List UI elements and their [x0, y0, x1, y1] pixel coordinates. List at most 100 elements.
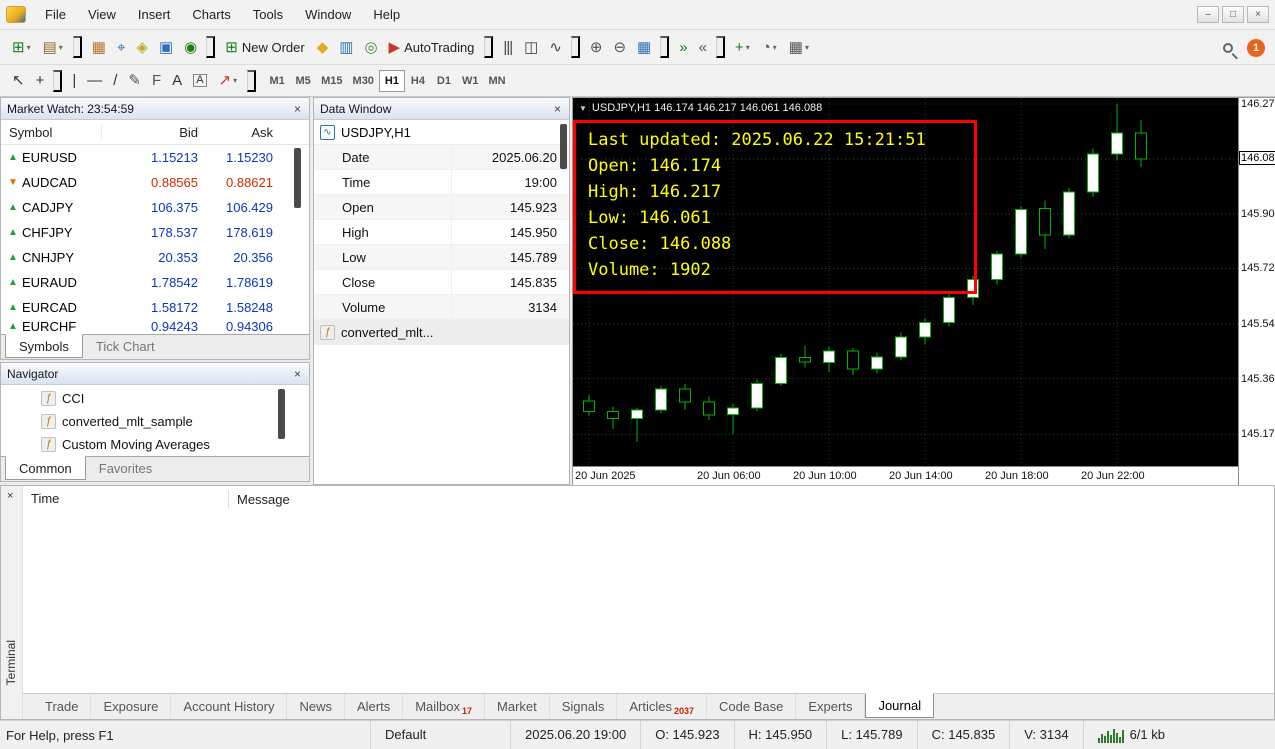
zoom-out[interactable]: ⊖ — [607, 34, 631, 60]
tf-h1[interactable]: H1 — [378, 69, 405, 92]
tab-tick-chart[interactable]: Tick Chart — [83, 335, 168, 359]
search-icon[interactable] — [1223, 42, 1233, 53]
tab-journal[interactable]: Journal — [865, 693, 935, 718]
tf-h4[interactable]: H4 — [405, 70, 431, 92]
cursor[interactable]: ↖ — [6, 68, 30, 94]
navigator-close-button[interactable]: × — [292, 368, 303, 380]
menu-item[interactable]: Insert — [127, 0, 182, 30]
restore-button[interactable]: □ — [1222, 6, 1244, 23]
navigator-scrollbar[interactable] — [278, 389, 285, 439]
tab-symbols[interactable]: Symbols — [5, 334, 83, 358]
notifications-badge[interactable]: 1 — [1247, 38, 1265, 57]
tf-d1[interactable]: D1 — [431, 70, 457, 92]
column-symbol[interactable]: Symbol — [1, 125, 101, 140]
tab-signals[interactable]: Signals — [550, 694, 618, 719]
chart-shift[interactable]: « — [693, 34, 712, 60]
market-watch-row[interactable]: ▲ CNHJPY 20.353 20.356 — [1, 245, 309, 270]
text-tool[interactable]: A — [166, 68, 187, 94]
tab-trade[interactable]: Trade — [33, 694, 92, 719]
menu-item[interactable]: File — [34, 0, 77, 30]
community[interactable]: ◎ — [358, 34, 382, 60]
terminal-toggle[interactable]: ▣ — [153, 34, 178, 60]
profiles[interactable]: ▤ ▾ — [37, 34, 69, 60]
tab-account-history[interactable]: Account History — [171, 694, 288, 719]
indicators[interactable]: + ▾ — [729, 34, 756, 60]
tab-alerts[interactable]: Alerts — [345, 694, 404, 719]
channel-tool[interactable]: ✎ — [122, 68, 146, 94]
tab-market[interactable]: Market — [485, 694, 550, 719]
menu-item[interactable]: Charts — [181, 0, 241, 30]
market-watch-row[interactable]: ▲ EURCAD 1.58172 1.58248 — [1, 295, 309, 320]
market-watch-row[interactable]: ▲ EURUSD 1.15213 1.15230 — [1, 145, 309, 170]
crosshair[interactable]: + — [30, 68, 50, 94]
chart-plot[interactable]: ▼ USDJPY,H1 146.174 146.217 146.061 146.… — [573, 98, 1238, 466]
tf-m15[interactable]: M15 — [316, 70, 347, 92]
tf-mn[interactable]: MN — [483, 70, 510, 92]
tab-articles[interactable]: Articles 2037 — [617, 694, 708, 719]
bar-chart-mode[interactable]: ||| — [497, 34, 518, 60]
close-button[interactable]: × — [1247, 6, 1269, 23]
data-window-scrollbar[interactable] — [560, 124, 567, 169]
minimize-button[interactable]: – — [1197, 6, 1219, 23]
shapes-tool[interactable]: ↗ ▾ — [213, 68, 244, 94]
tab-code-base[interactable]: Code Base — [707, 694, 797, 719]
label-tool[interactable]: A — [187, 68, 212, 94]
price-axis[interactable]: 146.270 146.088 145.905 145.725 145.540 145.3… — [1238, 98, 1275, 486]
tab-mailbox[interactable]: Mailbox 17 — [403, 694, 486, 719]
market-watch-row[interactable]: ▲ CHFJPY 178.537 178.619 — [1, 220, 309, 245]
tf-m1[interactable]: M1 — [264, 70, 290, 92]
new-order[interactable]: ⊞ New Order — [219, 34, 310, 60]
market-watch-row[interactable]: ▲ EURAUD 1.78542 1.78619 — [1, 270, 309, 295]
vps[interactable]: ▥ — [333, 34, 358, 60]
tab-common[interactable]: Common — [5, 456, 86, 480]
market-watch-row[interactable]: ▲ CADJPY 106.375 106.429 — [1, 195, 309, 220]
nav-converted-mlt-sample[interactable]: ƒ converted_mlt_sample — [1, 410, 309, 433]
tf-w1[interactable]: W1 — [457, 70, 484, 92]
market-watch-toggle[interactable]: ▦ — [86, 34, 111, 60]
column-bid[interactable]: Bid — [101, 124, 198, 140]
tab-news[interactable]: News — [287, 694, 345, 719]
terminal-close-button[interactable]: × — [7, 490, 13, 502]
zoom-in[interactable]: ⊕ — [584, 34, 608, 60]
data-window-indicator-row[interactable]: ƒ converted_mlt... — [314, 320, 569, 345]
market-watch-row[interactable]: ▼ AUDCAD 0.88565 0.88621 — [1, 170, 309, 195]
market-watch-scrollbar[interactable] — [294, 148, 301, 208]
tf-m30[interactable]: M30 — [348, 70, 379, 92]
profile-selector[interactable]: Default — [370, 721, 510, 749]
data-field-value: 19:00 — [451, 170, 569, 194]
vertical-line-tool[interactable]: | — [66, 68, 81, 94]
periods[interactable]: ◔ ▾ — [756, 34, 783, 60]
tab-favorites[interactable]: Favorites — [86, 457, 165, 481]
terminal-tab-label: News — [299, 698, 332, 714]
menu-item[interactable]: View — [77, 0, 127, 30]
tab-experts[interactable]: Experts — [796, 694, 866, 719]
market-watch-close-button[interactable]: × — [292, 103, 303, 115]
market-watch-row[interactable]: ▲ EURCHF 0.94243 0.94306 — [1, 320, 309, 332]
trendline-tool[interactable]: / — [107, 68, 122, 94]
auto-scroll[interactable]: » — [673, 34, 692, 60]
new-chart[interactable]: ⊞ ▾ — [6, 34, 37, 60]
navigator-toggle[interactable]: ◈ — [130, 34, 153, 60]
metaeditor[interactable]: ◆ — [311, 34, 334, 60]
autotrading[interactable]: ▶ AutoTrading — [383, 34, 481, 60]
nav-cci[interactable]: ƒ CCI — [1, 387, 309, 410]
time-axis[interactable]: 20 Jun 2025 20 Jun 06:00 20 Jun 10:00 20 Ju… — [573, 466, 1238, 485]
tf-m5[interactable]: M5 — [290, 70, 316, 92]
candlestick-mode[interactable]: ◫ — [518, 34, 543, 60]
tab-exposure[interactable]: Exposure — [91, 694, 172, 719]
data-window-close-button[interactable]: × — [552, 103, 563, 115]
menu-item[interactable]: Window — [294, 0, 362, 30]
data-field-label: Open — [342, 199, 374, 215]
line-chart-mode[interactable]: ∿ — [543, 34, 567, 60]
horizontal-line-tool[interactable]: — — [81, 68, 107, 94]
tile-windows[interactable]: ▦ — [631, 34, 656, 60]
menu-item[interactable]: Help — [362, 0, 411, 30]
templates[interactable]: ▦ ▾ — [783, 34, 815, 60]
data-window-toggle[interactable]: ⌖ — [111, 34, 130, 60]
strategy-tester[interactable]: ◉ — [178, 34, 202, 60]
column-ask[interactable]: Ask — [198, 124, 273, 140]
nav-custom-moving-averages[interactable]: ƒ Custom Moving Averages — [1, 433, 309, 456]
menu-item[interactable]: Tools — [242, 0, 294, 30]
fibonacci-tool[interactable]: F — [146, 68, 166, 94]
collapse-icon[interactable]: ▼ — [579, 104, 587, 113]
